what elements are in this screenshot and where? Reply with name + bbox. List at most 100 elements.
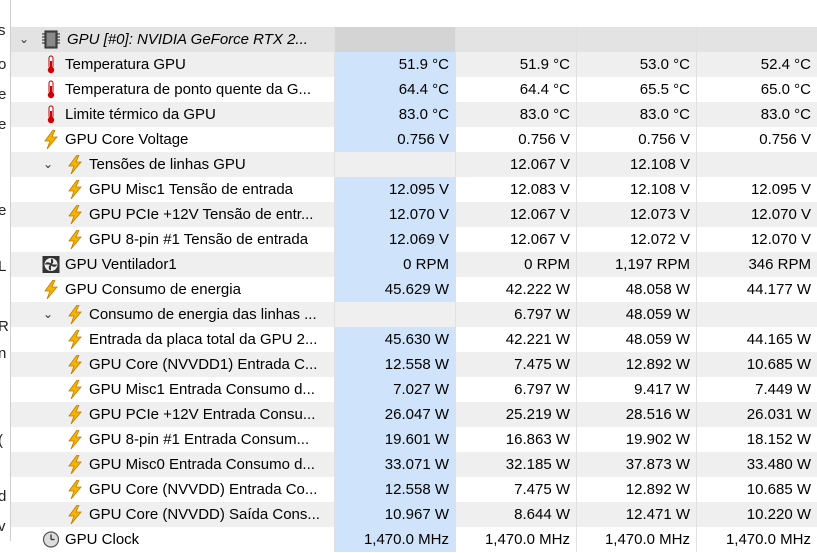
expand-chevron-icon[interactable]: ⌄ xyxy=(41,152,55,177)
lightning-icon xyxy=(42,279,60,300)
sensor-row[interactable]: ⌄ Consumo de energia das linhas ... 6.797 … xyxy=(11,302,817,327)
max-value: 28.516 W xyxy=(576,402,696,427)
sensor-label: GPU PCIe +12V Entrada Consu... xyxy=(89,406,316,423)
max-value: 65.5 °C xyxy=(576,77,696,102)
min-value: 12.083 V xyxy=(455,177,576,202)
max-value: 9.417 W xyxy=(576,377,696,402)
lightning-icon xyxy=(42,129,60,150)
left-pane-text: n xyxy=(0,345,6,362)
sensor-row[interactable]: GPU Misc0 Entrada Consumo d... 33.071 W 32… xyxy=(11,452,817,477)
current-value: 12.069 V xyxy=(334,227,455,252)
sensor-row[interactable]: Temperatura GPU 51.9 °C 51.9 °C 53.0 °C 52.4… xyxy=(11,52,817,77)
clock-icon xyxy=(42,530,60,549)
max-value: 1,470.0 MHz xyxy=(576,527,696,552)
sensor-row[interactable]: GPU Core (NVVDD1) Entrada C... 12.558 W 7.… xyxy=(11,352,817,377)
current-value: 19.601 W xyxy=(334,427,455,452)
gpu-chip-icon xyxy=(42,30,60,49)
avg-value: 12.070 V xyxy=(696,227,817,252)
lightning-icon xyxy=(66,429,84,450)
sensor-label: Temperatura GPU xyxy=(65,56,186,73)
current-value: 12.558 W xyxy=(334,352,455,377)
left-pane-text: e xyxy=(0,202,6,219)
sensor-row[interactable]: GPU 8-pin #1 Tensão de entrada 12.069 V 12… xyxy=(11,227,817,252)
sensor-row[interactable]: GPU Core (NVVDD) Saída Cons... 10.967 W 8.… xyxy=(11,502,817,527)
min-value: 7.475 W xyxy=(455,477,576,502)
sensor-row[interactable]: ⌄ Tensões de linhas GPU 12.067 V 12.108 V xyxy=(11,152,817,177)
lightning-icon xyxy=(66,479,84,500)
max-value: 53.0 °C xyxy=(576,52,696,77)
max-value: 48.058 W xyxy=(576,277,696,302)
current-value: 0 RPM xyxy=(334,252,455,277)
left-pane-text: e xyxy=(0,116,6,133)
sensor-row[interactable]: GPU Core (NVVDD) Entrada Co... 12.558 W 7.… xyxy=(11,477,817,502)
current-value: 12.558 W xyxy=(334,477,455,502)
gpu-group-row[interactable]: ⌄ GPU [#0]: NVIDIA GeForce RTX 2... xyxy=(11,27,817,52)
avg-value: 12.095 V xyxy=(696,177,817,202)
min-value: 83.0 °C xyxy=(455,102,576,127)
min-value: 42.221 W xyxy=(455,327,576,352)
max-value: 12.072 V xyxy=(576,227,696,252)
avg-value: 12.070 V xyxy=(696,202,817,227)
current-value: 7.027 W xyxy=(334,377,455,402)
lightning-icon xyxy=(66,379,84,400)
current-value: 83.0 °C xyxy=(334,102,455,127)
sensor-row[interactable]: GPU Clock 1,470.0 MHz 1,470.0 MHz 1,470.0 M… xyxy=(11,527,817,552)
sensor-label: Tensões de linhas GPU xyxy=(89,156,246,173)
left-pane-text: d xyxy=(0,488,6,505)
avg-value: 10.685 W xyxy=(696,352,817,377)
sensor-grid: ⌄ GPU [#0]: NVIDIA GeForce RTX 2... Temp… xyxy=(11,0,817,552)
current-value: 33.071 W xyxy=(334,452,455,477)
sensor-row[interactable]: GPU Misc1 Tensão de entrada 12.095 V 12.08… xyxy=(11,177,817,202)
current-value: 12.095 V xyxy=(334,177,455,202)
min-value: 32.185 W xyxy=(455,452,576,477)
lightning-icon xyxy=(66,179,84,200)
avg-value: 10.220 W xyxy=(696,502,817,527)
min-value: 6.797 W xyxy=(455,302,576,327)
sensor-row[interactable]: Entrada da placa total da GPU 2... 45.630… xyxy=(11,327,817,352)
sensor-row[interactable]: GPU PCIe +12V Tensão de entr... 12.070 V 1… xyxy=(11,202,817,227)
avg-value xyxy=(696,302,817,327)
sensor-row[interactable]: GPU Core Voltage 0.756 V 0.756 V 0.756 V 0.7… xyxy=(11,127,817,152)
avg-value xyxy=(696,152,817,177)
max-value: 12.471 W xyxy=(576,502,696,527)
lightning-icon xyxy=(66,454,84,475)
current-value xyxy=(334,302,455,327)
sensor-row[interactable]: GPU Misc1 Entrada Consumo d... 7.027 W 6.7… xyxy=(11,377,817,402)
max-value: 19.902 W xyxy=(576,427,696,452)
avg-value: 52.4 °C xyxy=(696,52,817,77)
sensor-row[interactable]: Temperatura de ponto quente da G... 64.4 … xyxy=(11,77,817,102)
left-pane-text: o xyxy=(0,56,6,73)
current-value: 12.070 V xyxy=(334,202,455,227)
left-pane-text: v xyxy=(0,518,6,535)
min-value: 1,470.0 MHz xyxy=(455,527,576,552)
current-value: 45.630 W xyxy=(334,327,455,352)
sensor-label: GPU Misc1 Entrada Consumo d... xyxy=(89,381,315,398)
max-value: 12.108 V xyxy=(576,152,696,177)
sensor-label: GPU Clock xyxy=(65,531,140,548)
max-value: 37.873 W xyxy=(576,452,696,477)
min-value: 7.475 W xyxy=(455,352,576,377)
collapse-chevron-icon[interactable]: ⌄ xyxy=(17,27,31,52)
min-value: 42.222 W xyxy=(455,277,576,302)
sensor-label: GPU Core (NVVDD) Entrada Co... xyxy=(89,481,318,498)
left-pane-text: ( xyxy=(0,432,3,449)
sensor-label: GPU Consumo de energia xyxy=(65,281,241,298)
min-value: 25.219 W xyxy=(455,402,576,427)
sensor-label: GPU PCIe +12V Tensão de entr... xyxy=(89,206,314,223)
sensor-row[interactable]: GPU PCIe +12V Entrada Consu... 26.047 W 25… xyxy=(11,402,817,427)
sensor-row[interactable]: GPU Consumo de energia 45.629 W 42.222 W 48… xyxy=(11,277,817,302)
max-value: 83.0 °C xyxy=(576,102,696,127)
current-value: 51.9 °C xyxy=(334,52,455,77)
sensor-row[interactable]: GPU Ventilador1 0 RPM 0 RPM 1,197 RPM 346 RP… xyxy=(11,252,817,277)
blank-row xyxy=(11,0,817,25)
sensor-row[interactable]: Limite térmico da GPU 83.0 °C 83.0 °C 83.0 … xyxy=(11,102,817,127)
max-value: 12.108 V xyxy=(576,177,696,202)
sensor-label: Consumo de energia das linhas ... xyxy=(89,306,317,323)
avg-value: 0.756 V xyxy=(696,127,817,152)
lightning-icon xyxy=(66,354,84,375)
current-value: 26.047 W xyxy=(334,402,455,427)
sensor-row[interactable]: GPU 8-pin #1 Entrada Consum... 19.601 W 16… xyxy=(11,427,817,452)
expand-chevron-icon[interactable]: ⌄ xyxy=(41,302,55,327)
avg-value: 44.165 W xyxy=(696,327,817,352)
current-value: 64.4 °C xyxy=(334,77,455,102)
